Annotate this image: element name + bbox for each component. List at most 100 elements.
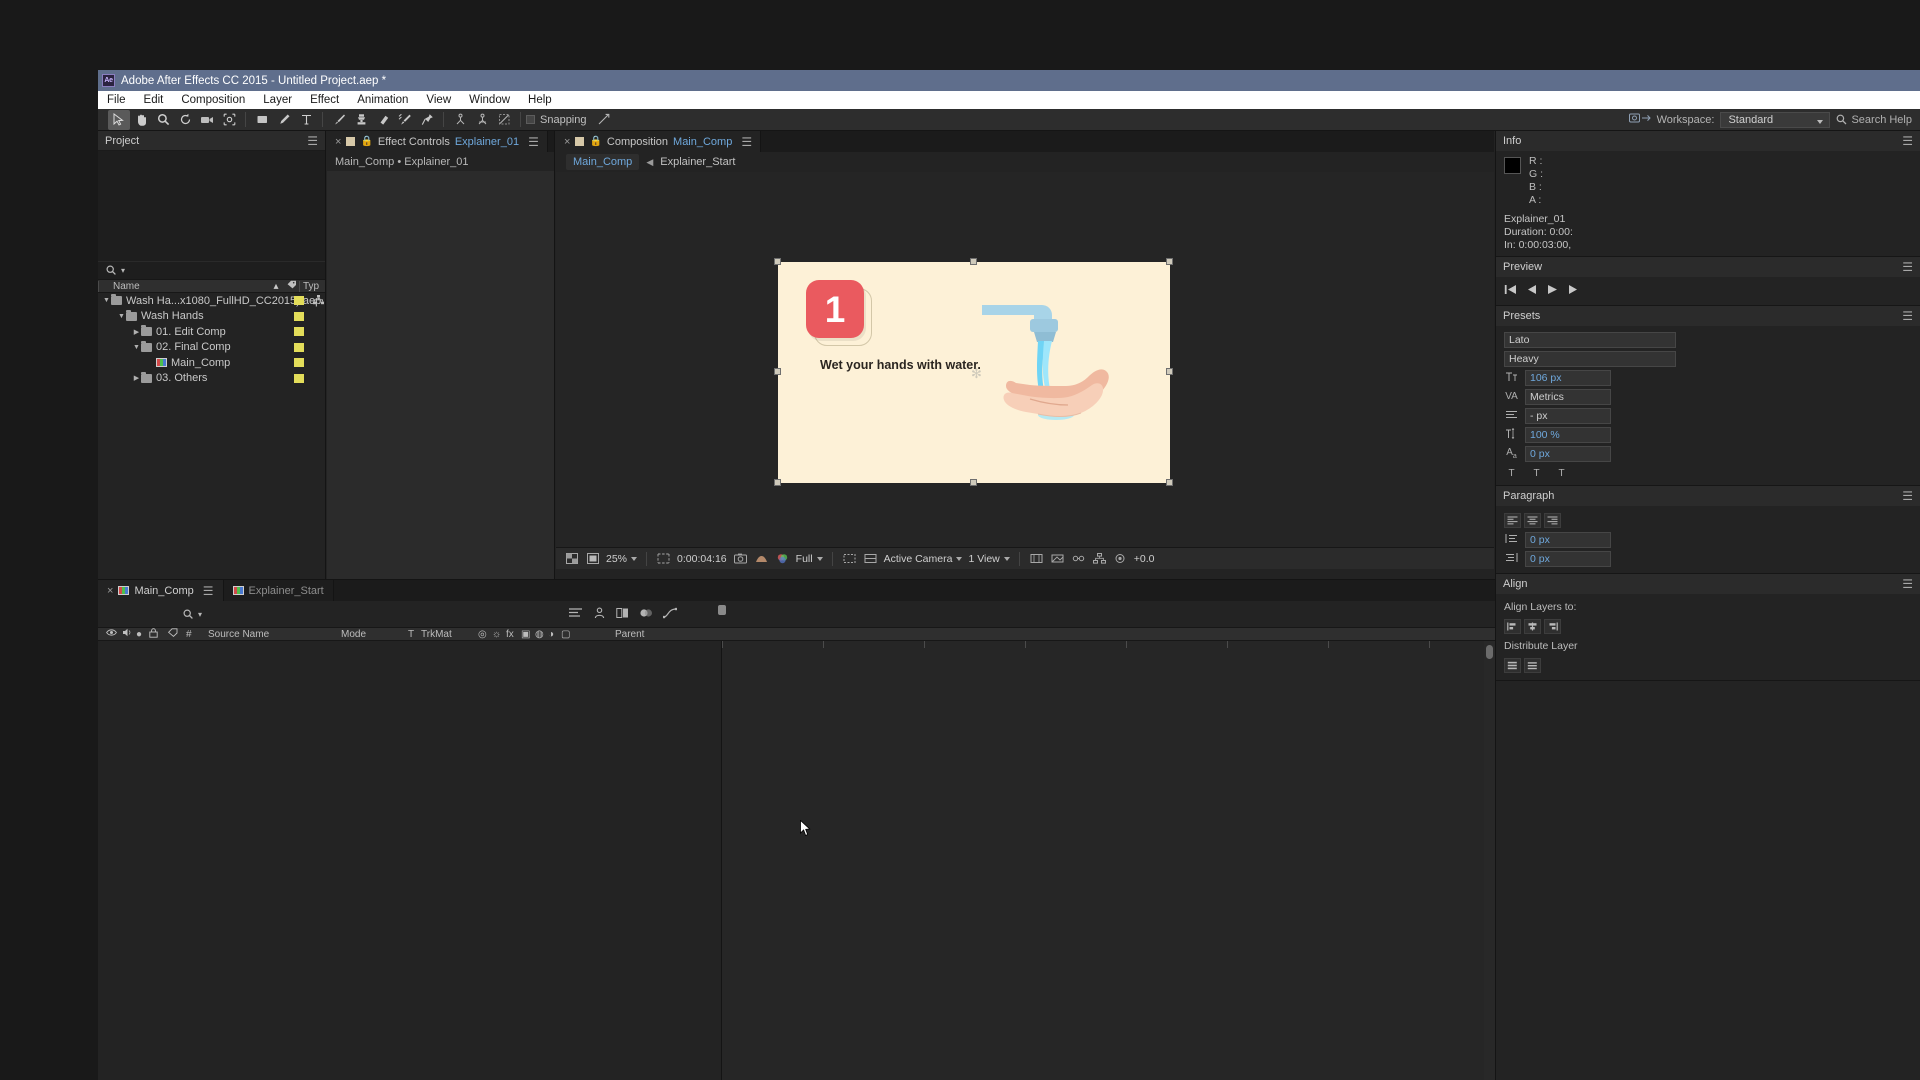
resolution-selector[interactable]: Full [796, 553, 823, 565]
menu-item-help[interactable]: Help [519, 91, 561, 109]
align-right-edges-icon[interactable] [1544, 618, 1561, 634]
label-color-swatch[interactable] [294, 358, 304, 368]
previous-frame-icon[interactable] [1525, 284, 1538, 298]
close-icon[interactable]: × [564, 136, 570, 148]
sync-settings-icon[interactable] [1628, 113, 1651, 127]
project-tree-row[interactable]: ▼ Wash Ha...x1080_FullHD_CC2015).aep [98, 293, 325, 309]
show-snapshot-icon[interactable] [754, 552, 769, 566]
close-icon[interactable]: × [107, 585, 113, 597]
project-tree-row[interactable]: ▶ 01. Edit Comp [98, 324, 325, 340]
mask-feather-icon[interactable] [493, 110, 515, 130]
menu-item-effect[interactable]: Effect [301, 91, 348, 109]
col-switch-effects-icon[interactable]: fx [506, 629, 514, 640]
project-sort-asc-icon[interactable]: ▴ [267, 281, 285, 292]
menu-item-composition[interactable]: Composition [172, 91, 254, 109]
align-left-edges-icon[interactable] [1504, 618, 1521, 634]
col-switch-adjustment-icon[interactable]: ◑ [548, 629, 554, 640]
align-text-left-icon[interactable] [1504, 512, 1521, 528]
grid-guides-icon[interactable] [656, 552, 671, 566]
align-panel-menu-icon[interactable]: ☰ [1902, 577, 1913, 591]
tab-effect-controls[interactable]: × 🔒 Effect Controls Explainer_01 ☰ [327, 131, 548, 152]
composition-menu-icon[interactable]: ☰ [741, 135, 752, 149]
disclosure-triangle-icon[interactable]: ▼ [102, 297, 111, 304]
col-switch-frameblend-icon[interactable]: ▣ [521, 629, 530, 640]
current-timecode[interactable]: 0:00:04:16 [677, 553, 727, 565]
toggle-transparency-grid-icon[interactable] [564, 552, 579, 566]
col-track-matte-t[interactable]: T [408, 629, 414, 640]
distribute-vertical-center-icon[interactable] [1524, 657, 1541, 673]
timeline-vertical-scrollbar[interactable] [1484, 641, 1495, 1080]
hand-tool[interactable] [130, 110, 152, 130]
snapshot-camera-icon[interactable] [733, 552, 748, 566]
timeline-link-icon[interactable] [1071, 552, 1086, 566]
eraser-tool[interactable] [372, 110, 394, 130]
workspace-selector[interactable]: Standard [1720, 111, 1831, 128]
go-to-start-icon[interactable] [1504, 284, 1517, 298]
view-layout-selector[interactable]: 1 View [968, 553, 1009, 565]
label-color-swatch[interactable] [294, 373, 304, 383]
scrollbar-thumb[interactable] [1486, 645, 1493, 659]
project-col-type[interactable]: Typ [299, 280, 325, 292]
distribute-top-icon[interactable] [1504, 657, 1521, 673]
zoom-level-selector[interactable]: 25% [606, 553, 637, 565]
pixel-aspect-correction-icon[interactable] [1029, 552, 1044, 566]
composition-mini-flowchart-icon[interactable] [568, 607, 583, 621]
play-icon[interactable] [1546, 284, 1559, 298]
col-source-name[interactable]: Source Name [208, 629, 269, 640]
zoom-tool[interactable] [152, 110, 174, 130]
camera-tool[interactable] [196, 110, 218, 130]
paragraph-panel-menu-icon[interactable]: ☰ [1902, 489, 1913, 503]
col-mode[interactable]: Mode [341, 629, 366, 640]
motion-blur-icon[interactable] [639, 607, 653, 622]
vertical-scale-field[interactable]: 100 % [1525, 426, 1611, 443]
label-color-swatch[interactable] [294, 327, 304, 337]
tracking-field[interactable]: - px [1525, 407, 1611, 424]
toggle-mask-icon[interactable] [585, 552, 600, 566]
font-size-field[interactable]: 106 px [1525, 369, 1611, 386]
lock-icon[interactable]: 🔒 [589, 136, 601, 147]
project-tree-row[interactable]: ▼ Wash Hands [98, 309, 325, 325]
exposure-reset-icon[interactable] [1113, 552, 1128, 566]
col-switch-motionblur-icon[interactable]: ◍ [535, 629, 544, 640]
col-switch-3d-icon[interactable]: ▢ [561, 629, 570, 640]
col-label-icon[interactable] [167, 628, 178, 640]
col-index-label[interactable]: # [186, 629, 192, 640]
composition-frame[interactable]: 1 Wet your hands with water. ✻ [774, 258, 1173, 486]
pen-tool[interactable] [273, 110, 295, 130]
hide-shy-layers-icon[interactable] [593, 607, 606, 622]
disclosure-triangle-icon[interactable]: ▼ [132, 344, 141, 351]
shape-tool[interactable] [251, 110, 273, 130]
fast-preview-icon[interactable] [1050, 552, 1065, 566]
snapping-checkbox[interactable] [526, 115, 535, 124]
timeline-search-input[interactable]: ▾ [183, 608, 202, 620]
disclosure-triangle-icon[interactable]: ▶ [132, 328, 141, 336]
label-color-swatch[interactable] [294, 296, 304, 306]
align-text-center-icon[interactable] [1524, 512, 1541, 528]
timeline-zoom-scrollbar[interactable] [718, 605, 1481, 622]
font-family-selector[interactable]: Lato [1504, 331, 1676, 348]
faux-bold-button[interactable]: T [1504, 468, 1519, 479]
breadcrumb-explainer-start[interactable]: Explainer_Start [660, 156, 735, 168]
toggle-pixel-aspect-icon[interactable] [863, 552, 878, 566]
composition-canvas[interactable]: 1 Wet your hands with water. ✻ [556, 172, 1494, 547]
menu-item-view[interactable]: View [417, 91, 460, 109]
align-center-icon[interactable] [471, 110, 493, 130]
kerning-field[interactable]: Metrics [1525, 388, 1611, 405]
menu-item-layer[interactable]: Layer [254, 91, 301, 109]
frame-blending-icon[interactable] [616, 607, 629, 622]
presets-panel-menu-icon[interactable]: ☰ [1902, 309, 1913, 323]
lock-icon[interactable]: 🔒 [360, 136, 372, 147]
disclosure-triangle-icon[interactable]: ▶ [132, 374, 141, 382]
font-style-selector[interactable]: Heavy [1504, 350, 1676, 367]
col-audio-icon[interactable] [122, 628, 132, 640]
disclosure-triangle-icon[interactable]: ▼ [117, 313, 126, 320]
puppet-pin-tool[interactable] [416, 110, 438, 130]
align-text-right-icon[interactable] [1544, 512, 1561, 528]
graph-editor-icon[interactable] [662, 607, 678, 622]
menu-item-animation[interactable]: Animation [348, 91, 417, 109]
close-icon[interactable]: × [335, 136, 341, 148]
align-horizontal-center-icon[interactable] [1524, 618, 1541, 634]
search-help-field[interactable]: Search Help [1836, 114, 1912, 126]
label-color-swatch[interactable] [294, 311, 304, 321]
project-col-name[interactable]: Name [98, 280, 267, 292]
